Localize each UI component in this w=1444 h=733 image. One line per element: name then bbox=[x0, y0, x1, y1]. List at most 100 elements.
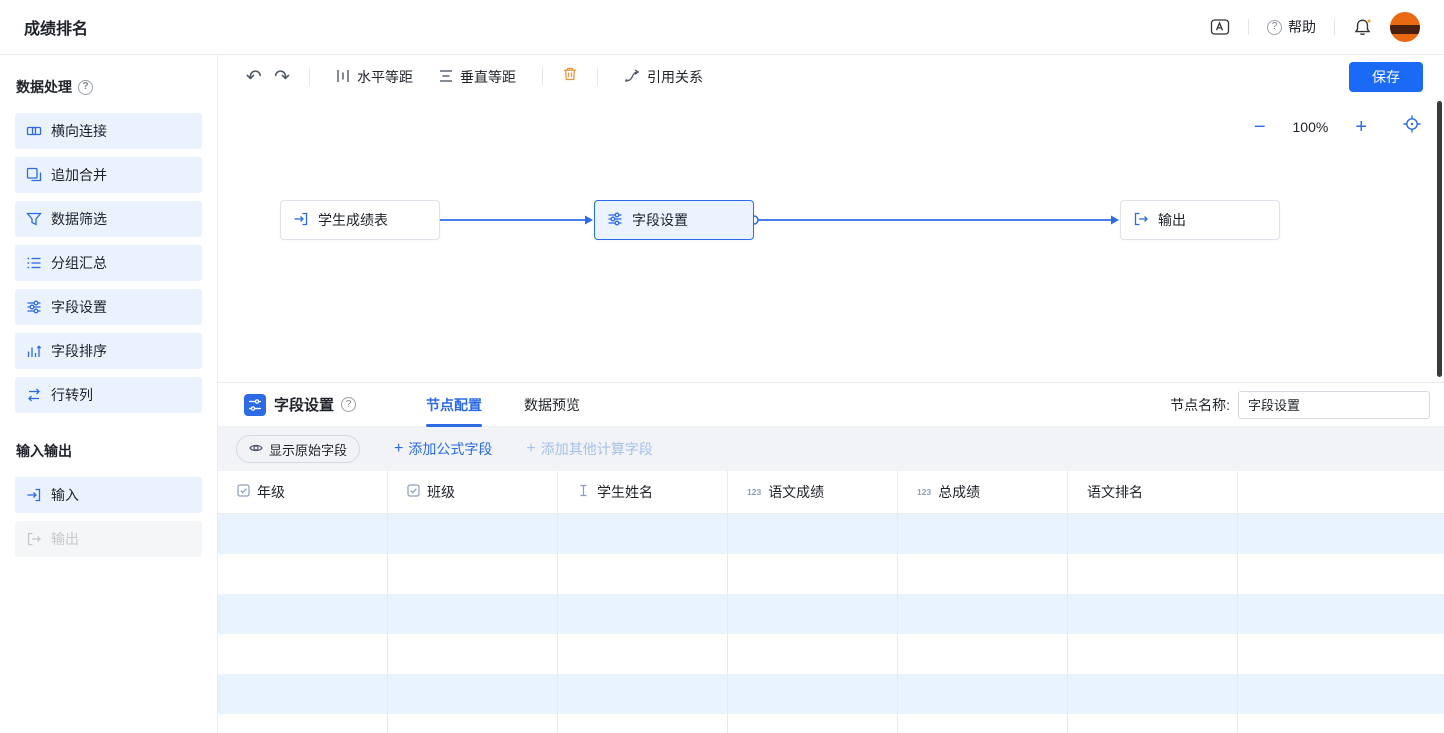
sidebar-item-label: 输出 bbox=[51, 529, 79, 549]
sidebar-item-append-merge[interactable]: 追加合并 bbox=[15, 157, 202, 193]
table-cell bbox=[898, 594, 1068, 634]
node-label: 输出 bbox=[1158, 210, 1186, 230]
column-label: 学生姓名 bbox=[597, 482, 653, 502]
column-header-total-score[interactable]: 123 总成绩 bbox=[898, 471, 1068, 513]
table-cell bbox=[388, 714, 558, 733]
plus-icon: + bbox=[526, 441, 535, 457]
section-title-label: 输入输出 bbox=[16, 441, 72, 461]
panel-header: 字段设置 ? 节点配置 数据预览 节点名称: bbox=[218, 383, 1444, 427]
horizontal-spacing-button[interactable]: 水平等距 bbox=[336, 67, 413, 87]
sidebar-item-transpose[interactable]: 行转列 bbox=[15, 377, 202, 413]
table-cell bbox=[388, 634, 558, 674]
node-name-label: 节点名称: bbox=[1170, 395, 1230, 415]
toolbar-divider bbox=[542, 68, 543, 86]
section-help-icon[interactable]: ? bbox=[78, 80, 93, 95]
horizontal-spacing-label: 水平等距 bbox=[357, 67, 413, 87]
add-formula-label: 添加公式字段 bbox=[408, 439, 492, 459]
flow-node-output[interactable]: 输出 bbox=[1120, 200, 1280, 240]
flow-node-student-grades[interactable]: 学生成绩表 bbox=[280, 200, 440, 240]
canvas-vertical-scrollbar[interactable] bbox=[1437, 101, 1442, 377]
panel-tabs: 节点配置 数据预览 bbox=[426, 383, 580, 426]
horizontal-join-icon bbox=[26, 123, 42, 139]
table-cell bbox=[728, 594, 898, 634]
body: 数据处理 ? 横向连接 追加合并 bbox=[0, 55, 1444, 733]
node-label: 学生成绩表 bbox=[318, 210, 388, 230]
table-cell bbox=[1238, 714, 1444, 733]
table-cell bbox=[1068, 714, 1238, 733]
reference-relation-button[interactable]: 引用关系 bbox=[624, 67, 703, 87]
column-header-chinese-score[interactable]: 123 语文成绩 bbox=[728, 471, 898, 513]
number-field-icon: 123 bbox=[917, 487, 931, 497]
vertical-spacing-label: 垂直等距 bbox=[460, 67, 516, 87]
column-header-class[interactable]: 班级 bbox=[388, 471, 558, 513]
column-header-chinese-rank[interactable]: 语文排名 bbox=[1068, 471, 1238, 513]
panel-actions-bar: 显示原始字段 + 添加公式字段 + 添加其他计算字段 bbox=[218, 427, 1444, 471]
table-cell bbox=[898, 634, 1068, 674]
sidebar-item-horizontal-join[interactable]: 横向连接 bbox=[15, 113, 202, 149]
redo-icon: ↷ bbox=[274, 66, 290, 89]
user-avatar[interactable] bbox=[1390, 12, 1420, 42]
panel-help-icon[interactable]: ? bbox=[341, 397, 356, 412]
table-cell bbox=[388, 674, 558, 714]
table-cell bbox=[1068, 554, 1238, 594]
column-header-grade[interactable]: 年级 bbox=[218, 471, 388, 513]
tab-node-config[interactable]: 节点配置 bbox=[426, 383, 482, 426]
table-cell bbox=[558, 714, 728, 733]
sidebar-section-data-processing: 数据处理 ? bbox=[0, 77, 217, 97]
locate-target-icon[interactable] bbox=[1402, 114, 1422, 139]
number-field-icon: 123 bbox=[747, 487, 761, 497]
zoom-out-button[interactable]: − bbox=[1254, 117, 1266, 137]
undo-button[interactable]: ↶ bbox=[240, 63, 268, 91]
sidebar-item-output: 输出 bbox=[15, 521, 202, 557]
topbar-divider bbox=[1334, 19, 1335, 35]
sidebar-item-label: 字段设置 bbox=[51, 297, 107, 317]
zoom-in-button[interactable]: + bbox=[1355, 117, 1367, 137]
language-icon[interactable] bbox=[1210, 18, 1230, 36]
sidebar-item-label: 追加合并 bbox=[51, 165, 107, 185]
flow-canvas[interactable]: 学生成绩表 字段设置 bbox=[218, 99, 1444, 382]
table-cell bbox=[1238, 674, 1444, 714]
table-cell bbox=[1238, 634, 1444, 674]
table-cell bbox=[1068, 594, 1238, 634]
column-label: 语文排名 bbox=[1087, 482, 1143, 502]
sidebar: 数据处理 ? 横向连接 追加合并 bbox=[0, 55, 218, 733]
vertical-spacing-button[interactable]: 垂直等距 bbox=[439, 67, 516, 87]
group-summary-icon bbox=[26, 255, 42, 271]
filter-icon bbox=[26, 211, 42, 227]
sidebar-item-label: 横向连接 bbox=[51, 121, 107, 141]
column-header-student-name[interactable]: 学生姓名 bbox=[558, 471, 728, 513]
flow-node-field-settings[interactable]: 字段设置 bbox=[594, 200, 754, 240]
tab-data-preview[interactable]: 数据预览 bbox=[524, 383, 580, 426]
reference-relation-label: 引用关系 bbox=[647, 67, 703, 87]
sidebar-item-input[interactable]: 输入 bbox=[15, 477, 202, 513]
node-name-input[interactable] bbox=[1238, 391, 1430, 419]
delete-button[interactable] bbox=[556, 63, 584, 91]
toolbar-divider bbox=[309, 68, 310, 86]
reference-relation-icon bbox=[624, 69, 640, 86]
sidebar-item-field-settings[interactable]: 字段设置 bbox=[15, 289, 202, 325]
redo-button[interactable]: ↷ bbox=[268, 63, 296, 91]
add-other-label: 添加其他计算字段 bbox=[541, 439, 653, 459]
table-row bbox=[218, 714, 1444, 733]
panel-title: 字段设置 bbox=[274, 394, 334, 415]
help-button[interactable]: ? 帮助 bbox=[1267, 17, 1316, 37]
add-other-calc-field-button: + 添加其他计算字段 bbox=[526, 439, 652, 459]
add-formula-field-button[interactable]: + 添加公式字段 bbox=[394, 439, 492, 459]
notification-bell-icon[interactable] bbox=[1353, 18, 1372, 37]
help-icon: ? bbox=[1267, 20, 1282, 35]
save-button[interactable]: 保存 bbox=[1349, 62, 1423, 92]
section-title-label: 数据处理 bbox=[16, 77, 72, 97]
output-icon bbox=[1133, 211, 1149, 230]
page-title: 成绩排名 bbox=[24, 15, 88, 39]
table-cell bbox=[728, 714, 898, 733]
sidebar-item-group-summary[interactable]: 分组汇总 bbox=[15, 245, 202, 281]
sidebar-item-data-filter[interactable]: 数据筛选 bbox=[15, 201, 202, 237]
sidebar-item-field-sort[interactable]: 字段排序 bbox=[15, 333, 202, 369]
column-label: 班级 bbox=[427, 482, 455, 502]
table-cell bbox=[218, 714, 388, 733]
select-field-icon bbox=[237, 484, 250, 500]
preview-table-body bbox=[218, 514, 1444, 733]
column-label: 总成绩 bbox=[938, 482, 980, 502]
show-original-fields-button[interactable]: 显示原始字段 bbox=[236, 435, 360, 463]
app-root: 成绩排名 ? 帮助 bbox=[0, 0, 1444, 733]
